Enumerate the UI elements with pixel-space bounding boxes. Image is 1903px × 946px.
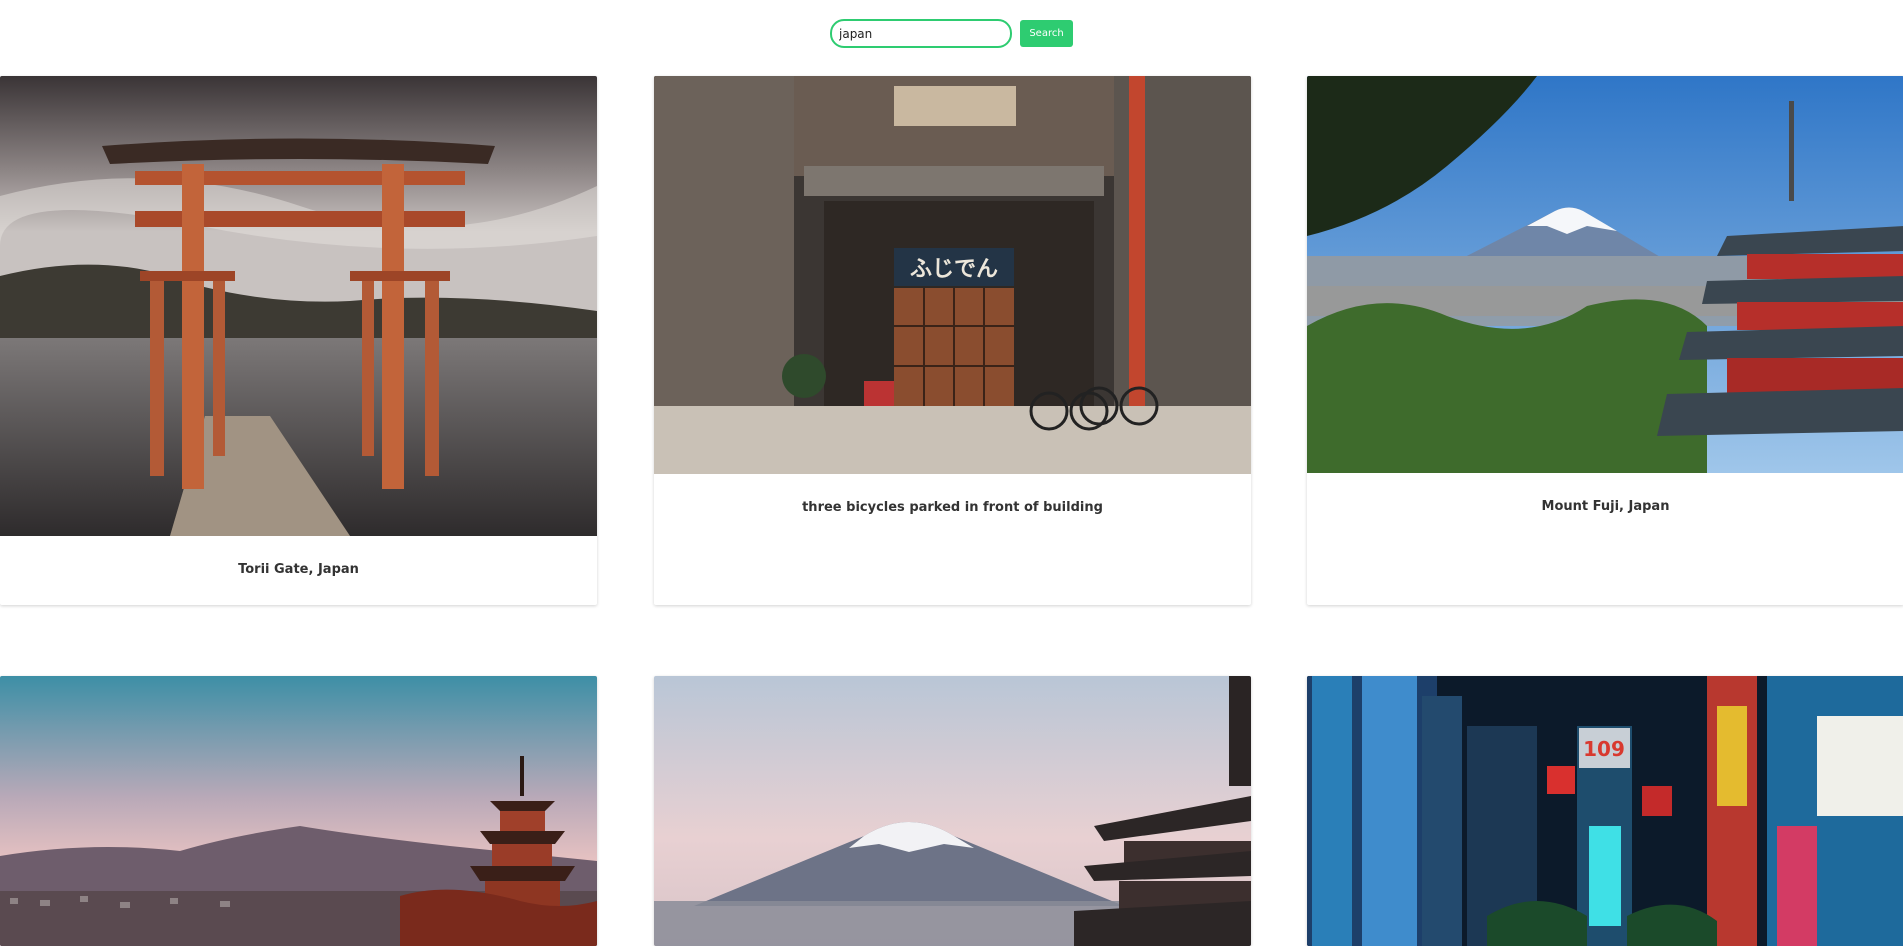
kyoto-pagoda-sunset-photo [0, 676, 597, 946]
photo-card[interactable]: ふじでん three bicycles parked in front of b… [654, 76, 1251, 605]
building-sign-text: 109 [1583, 737, 1625, 761]
mount-fuji-pagoda-photo [1307, 76, 1903, 473]
shibuya-night-photo: 109 [1307, 676, 1903, 946]
torii-gate-lake-photo [0, 76, 597, 536]
search-bar: Search [830, 19, 1073, 48]
shop-front-bicycles-photo: ふじでん [654, 76, 1251, 474]
card-title: three bicycles parked in front of buildi… [802, 500, 1103, 515]
shop-sign-text: ふじでん [910, 257, 998, 282]
card-title: Mount Fuji, Japan [1541, 499, 1670, 514]
photo-card[interactable] [654, 676, 1251, 946]
photo-card[interactable]: Mount Fuji, Japan [1307, 76, 1903, 605]
search-input[interactable] [830, 19, 1012, 48]
photo-card[interactable] [0, 676, 597, 946]
photo-card[interactable]: 109 [1307, 676, 1903, 946]
fuji-pagoda-dusk-photo [654, 676, 1251, 946]
card-title: Torii Gate, Japan [238, 562, 359, 577]
photo-card[interactable]: Torii Gate, Japan [0, 76, 597, 605]
search-button[interactable]: Search [1020, 20, 1073, 47]
